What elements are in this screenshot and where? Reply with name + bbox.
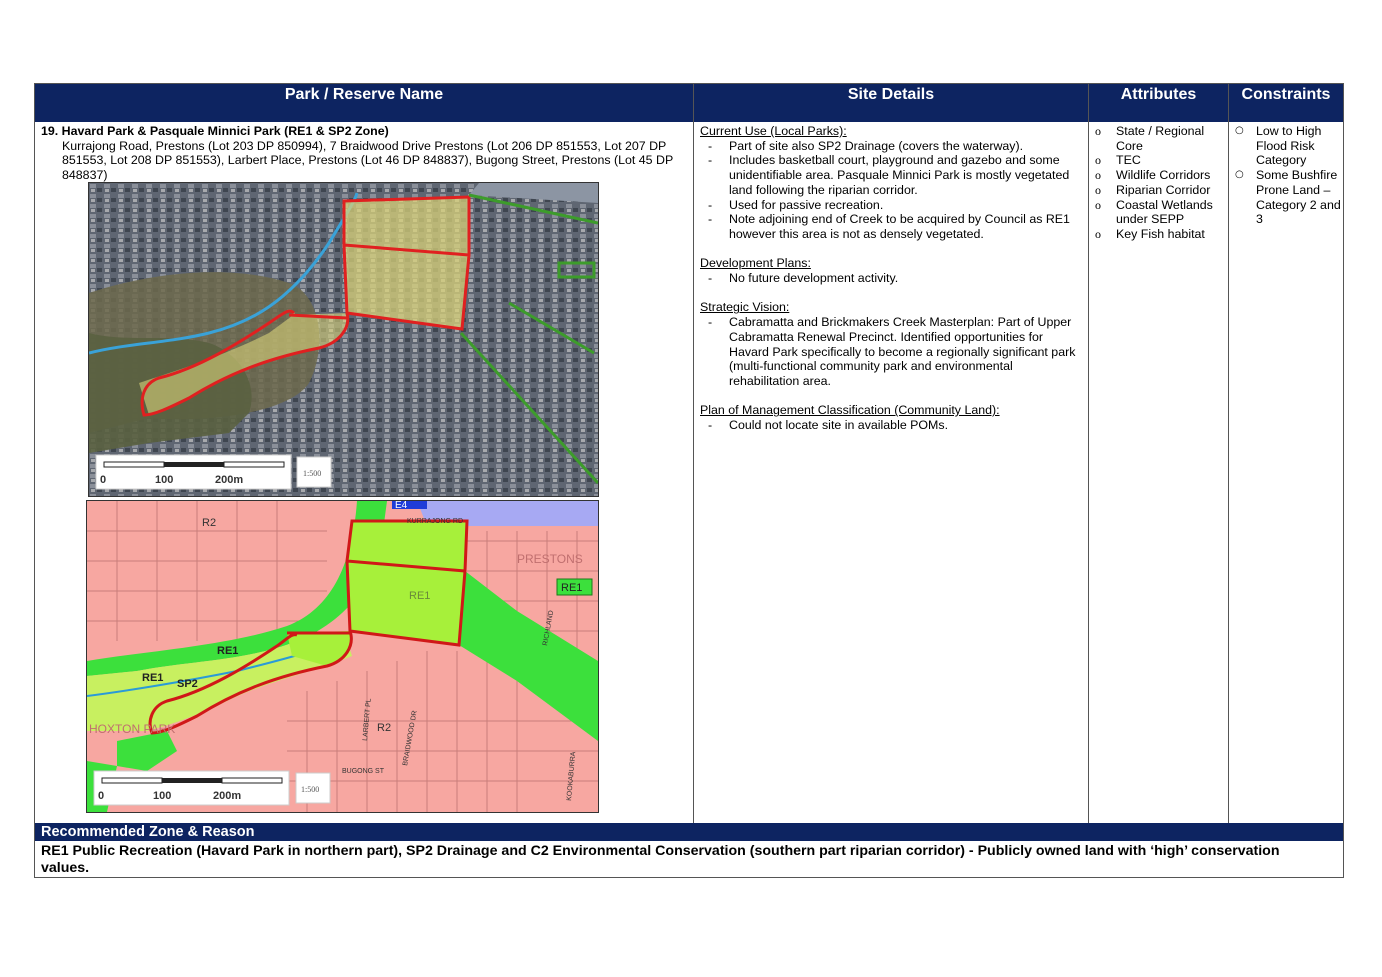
list-item: Key Fish habitat — [1089, 227, 1225, 242]
zone-label-re1-left: RE1 — [142, 672, 163, 684]
locality-label-prestons: PRESTONS — [517, 552, 583, 566]
aerial-scale-200: 200m — [215, 474, 243, 486]
strategic-list: Cabramatta and Brickmakers Creek Masterp… — [700, 315, 1085, 389]
zone-label-re1-main: RE1 — [409, 590, 430, 602]
street-label-kurrajong: KURRAJONG RD — [407, 518, 463, 525]
park-address: Kurrajong Road, Prestons (Lot 203 DP 850… — [62, 138, 673, 183]
list-item: No future development activity. — [700, 271, 1085, 286]
list-item: State / Regional Core — [1089, 124, 1225, 153]
list-item: Could not locate site in available POMs. — [700, 418, 1085, 433]
current-use-list: Part of site also SP2 Drainage (covers t… — [700, 139, 1085, 242]
current-use-heading: Current Use (Local Parks): — [700, 124, 847, 138]
zoning-scale-badge: 1:500 — [301, 785, 319, 794]
aerial-map-graphic: 0 100 200m 1:500 — [89, 183, 598, 496]
list-item: Some Bushfire Prone Land – Category 2 an… — [1229, 168, 1341, 227]
zone-label-r2-a: R2 — [202, 517, 216, 529]
locality-label-hoxton: HOXTON PARK — [89, 722, 175, 736]
aerial-scale-badge: 1:500 — [303, 469, 321, 478]
attributes-list: State / Regional Core TEC Wildlife Corri… — [1089, 124, 1225, 242]
pom-list: Could not locate site in available POMs. — [700, 418, 1085, 433]
constraints-list: Low to High Flood Risk Category Some Bus… — [1229, 124, 1341, 227]
dev-plans-heading: Development Plans: — [700, 256, 811, 271]
list-item: Cabramatta and Brickmakers Creek Masterp… — [700, 315, 1085, 389]
zoning-map: R2 R2 RE1 RE1 RE1 RE1 SP2 E4 PRESTONS HO… — [86, 500, 599, 813]
zoning-map-graphic: R2 R2 RE1 RE1 RE1 RE1 SP2 E4 PRESTONS HO… — [87, 501, 598, 812]
site-details-cell: Current Use (Local Parks): Part of site … — [700, 124, 1085, 433]
list-item: Low to High Flood Risk Category — [1229, 124, 1341, 168]
zone-label-r2-b: R2 — [377, 722, 391, 734]
zoning-scale-200: 200m — [213, 790, 241, 802]
zoning-scale-100: 100 — [153, 790, 171, 802]
list-item: Part of site also SP2 Drainage (covers t… — [700, 139, 1085, 154]
aerial-scale-0: 0 — [100, 474, 106, 486]
list-item: Used for passive recreation. — [700, 198, 1085, 213]
recommended-text: RE1 Public Recreation (Havard Park in no… — [41, 843, 1280, 876]
list-item: Note adjoining end of Creek to be acquir… — [700, 212, 1085, 241]
zone-label-re1-right: RE1 — [561, 582, 582, 594]
attributes-cell: State / Regional Core TEC Wildlife Corri… — [1089, 124, 1225, 242]
header-constraints: Constraints — [1241, 86, 1331, 103]
zone-label-re1-creek: RE1 — [217, 645, 238, 657]
list-item: TEC — [1089, 153, 1225, 168]
header-attributes: Attributes — [1120, 86, 1197, 103]
aerial-map: 0 100 200m 1:500 — [88, 182, 599, 497]
park-title: 19. Havard Park & Pasquale Minnici Park … — [41, 124, 389, 138]
zoning-scale-0: 0 — [98, 790, 104, 802]
strategic-heading: Strategic Vision: — [700, 300, 790, 315]
list-item: Wildlife Corridors — [1089, 168, 1225, 183]
list-item: Coastal Wetlands under SEPP — [1089, 198, 1225, 227]
recommended-heading: Recommended Zone & Reason — [35, 823, 1343, 841]
pom-heading: Plan of Management Classification (Commu… — [700, 403, 1000, 418]
constraints-cell: Low to High Flood Risk Category Some Bus… — [1229, 124, 1341, 227]
header-park-name: Park / Reserve Name — [284, 86, 444, 103]
column-divider — [693, 84, 694, 823]
list-item: Includes basketball court, playground an… — [700, 153, 1085, 197]
list-item: Riparian Corridor — [1089, 183, 1225, 198]
table-header: Park / Reserve Name Site Details Attribu… — [35, 84, 1343, 122]
park-table: Park / Reserve Name Site Details Attribu… — [34, 83, 1344, 878]
header-site-details: Site Details — [847, 86, 935, 103]
dev-plans-list: No future development activity. — [700, 271, 1085, 286]
park-name-cell: 19. Havard Park & Pasquale Minnici Park … — [41, 124, 689, 183]
zone-label-e4: E4 — [395, 501, 408, 511]
aerial-scale-100: 100 — [155, 474, 173, 486]
street-label-bugong: BUGONG ST — [342, 768, 385, 775]
zone-label-sp2: SP2 — [177, 678, 198, 690]
